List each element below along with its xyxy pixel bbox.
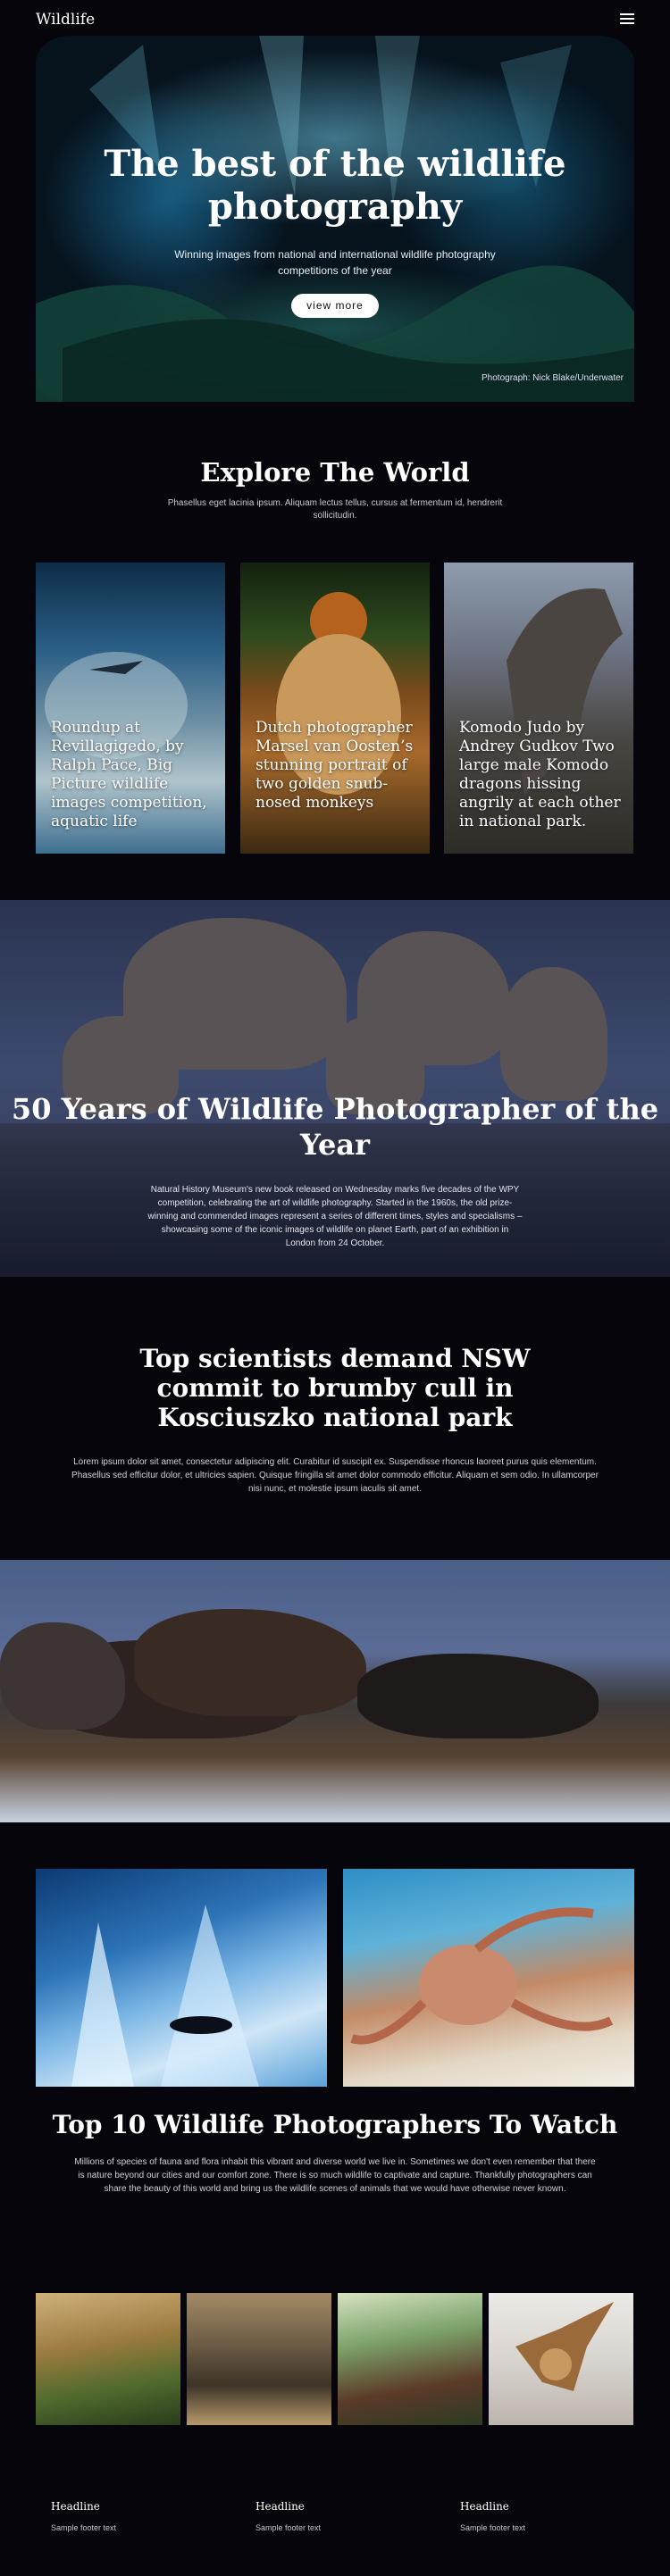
site-logo[interactable]: Wildlife [36,11,95,29]
top10-text: Millions of species of fauna and flora i… [74,2157,596,2194]
footer-text-3: Sample footer text [460,2523,526,2532]
news-title: Top scientists demand NSW commit to brum… [139,1344,531,1432]
card-caption: Komodo Judo by Andrey Gudkov Two large m… [459,719,621,830]
hero-subtitle: Winning images from national and interna… [174,248,496,277]
feature-text: Natural History Museum's new book releas… [147,1185,523,1248]
card-aquatic-life[interactable]: Roundup at Revillagigedo, by Ralph Pace,… [36,563,225,854]
thumb-owl-image[interactable] [489,2293,633,2425]
footer-text-2: Sample footer text [255,2523,322,2532]
news-text: Lorem ipsum dolor sit amet, consectetur … [71,1457,599,1494]
card-caption: Dutch photographer Marsel van Oosten’s s… [255,719,414,812]
card-komodo-dragons[interactable]: Komodo Judo by Andrey Gudkov Two large m… [444,563,633,854]
ice-image-art [71,1905,259,2087]
thumb-elephant-legs-image[interactable] [187,2293,331,2425]
section-title-explore: Explore The World [200,457,470,488]
owl-art [515,2302,614,2391]
card-caption: Roundup at Revillagigedo, by Ralph Pace,… [51,719,207,830]
view-more-button[interactable]: view more [291,294,379,318]
hamburger-menu-icon[interactable] [620,13,634,25]
footer-headline-2: Headline [255,2500,305,2513]
footer-headline-3: Headline [460,2500,509,2513]
top10-title: Top 10 Wildlife Photographers To Watch [52,2110,618,2139]
photo-credit: Photograph: Nick Blake/Underwater [482,373,624,383]
octopus-image-art [350,1907,614,2045]
wild-horses-image [0,1560,670,1822]
site-header: Wildlife [0,0,670,41]
feature-title: 50 Years of Wildlife Photographer of the… [11,1092,659,1162]
thumb-lizard-image[interactable] [36,2293,180,2425]
octopus-image [343,1869,634,2087]
ice-penguins-image [36,1869,327,2087]
card-snub-nosed-monkeys[interactable]: Dutch photographer Marsel van Oosten’s s… [240,563,430,854]
footer-headline-1: Headline [51,2500,100,2513]
thumb-orangutan-image[interactable] [338,2293,482,2425]
footer-text-1: Sample footer text [51,2523,117,2532]
section-text-explore: Phasellus eget lacinia ipsum. Aliquam le… [167,498,503,521]
hero-title: The best of the wildlife photography [104,143,566,228]
